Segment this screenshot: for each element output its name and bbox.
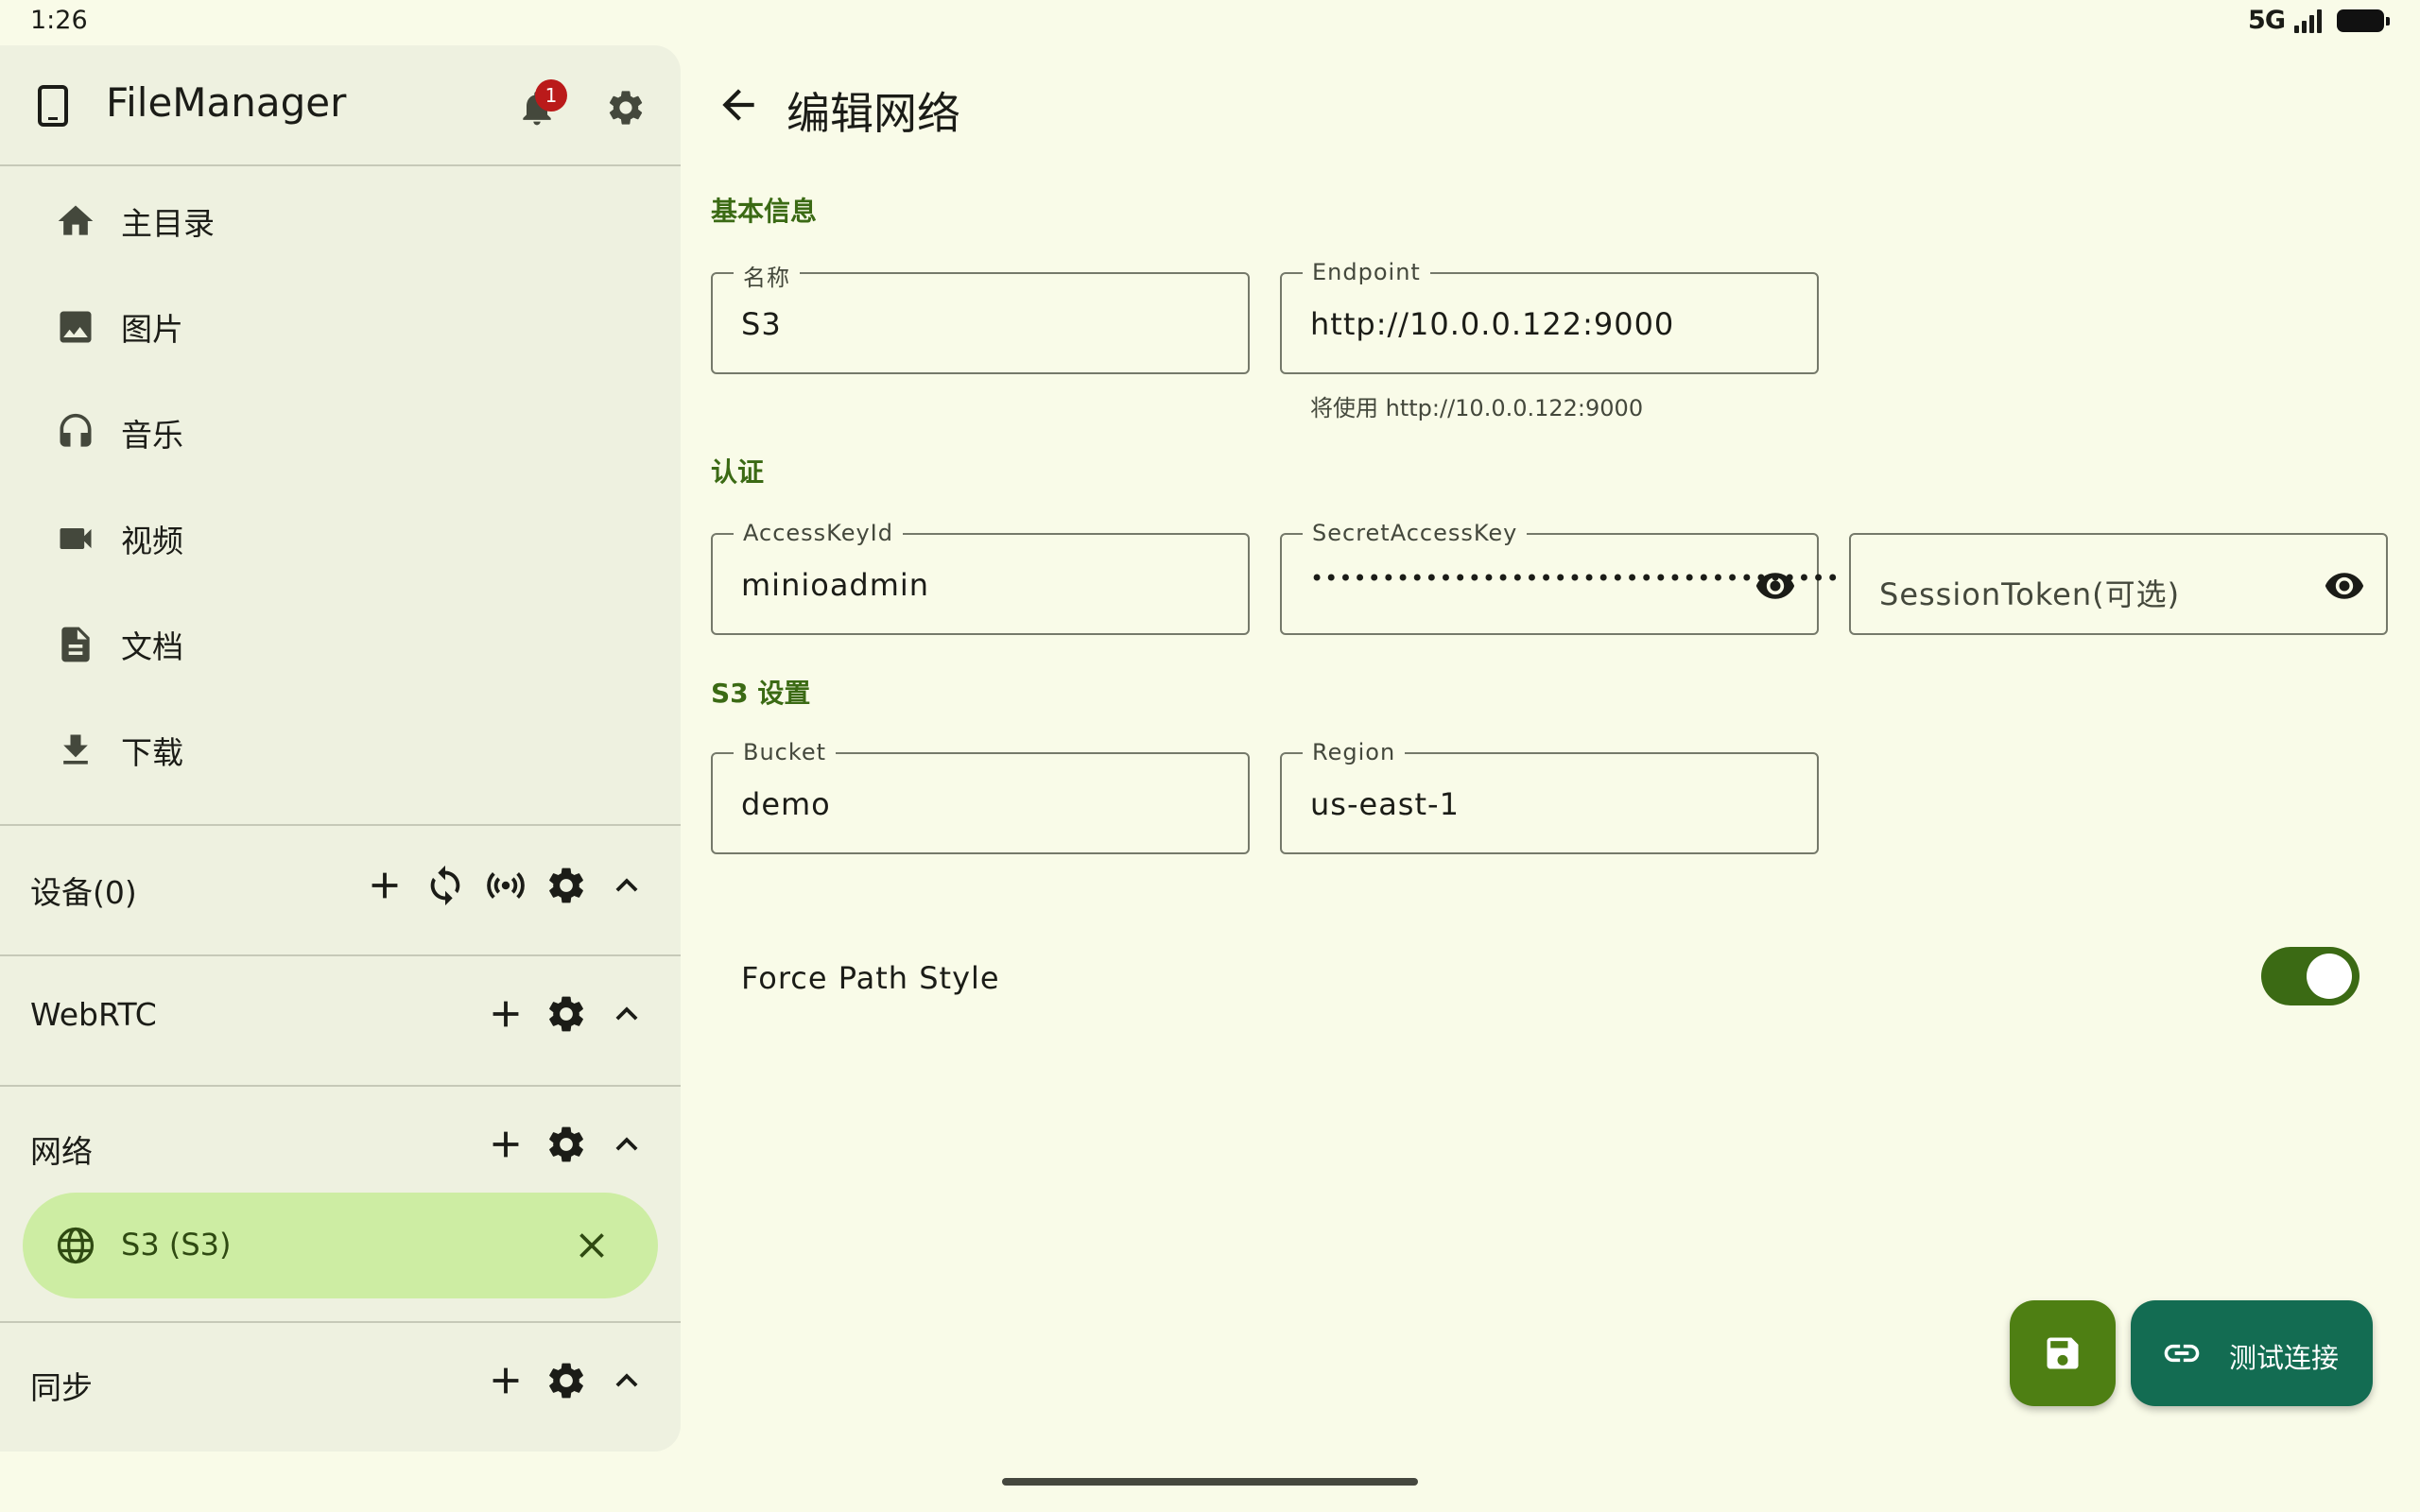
endpoint-helper-text: 将使用 http://10.0.0.122:9000 — [1310, 395, 1644, 421]
image-icon — [60, 311, 92, 343]
broadcast-icon[interactable] — [484, 864, 527, 907]
force-path-style-toggle[interactable] — [2261, 947, 2360, 1005]
drawer-divider — [0, 1085, 681, 1087]
settings-gear-icon[interactable] — [605, 87, 647, 129]
bucket-field[interactable]: Bucket demo — [711, 739, 1250, 854]
chevron-up-icon[interactable] — [605, 1359, 648, 1402]
chevron-up-icon[interactable] — [605, 864, 648, 907]
session-token-field[interactable]: SessionToken(可选) — [1849, 533, 2388, 635]
access-key-field-label: AccessKeyId — [734, 520, 903, 546]
section-sync-label: 同步 — [30, 1369, 93, 1406]
add-icon[interactable] — [484, 1123, 527, 1166]
section-devices-label: 设备(0) — [30, 874, 137, 911]
gear-icon[interactable] — [544, 992, 588, 1036]
back-arrow-icon[interactable] — [715, 81, 762, 129]
network-item-s3[interactable]: S3 (S3) — [23, 1193, 658, 1298]
network-type: 5G — [2248, 6, 2286, 35]
globe-icon — [57, 1227, 95, 1264]
toggle-knob — [2307, 954, 2352, 999]
page-title: 编辑网络 — [786, 88, 960, 139]
battery-icon — [2337, 9, 2390, 32]
home-icon — [58, 205, 94, 235]
navigation-drawer: FileManager 1 主目录 图片 音乐 视频 文档 下载 设备(0) W… — [0, 45, 681, 1452]
add-icon[interactable] — [484, 992, 527, 1036]
region-field[interactable]: Region us-east-1 — [1280, 739, 1819, 854]
signal-icon — [2294, 9, 2322, 33]
download-icon — [63, 734, 88, 765]
status-time: 1:26 — [30, 6, 88, 35]
secret-key-field-label: SecretAccessKey — [1303, 520, 1528, 546]
name-field-label: 名称 — [734, 259, 800, 292]
name-field[interactable]: 名称 S3 — [711, 259, 1250, 374]
chevron-up-icon[interactable] — [605, 992, 648, 1036]
region-field-label: Region — [1303, 739, 1406, 765]
section-basic-info: 基本信息 — [711, 196, 818, 227]
test-connection-button[interactable]: 测试连接 — [2131, 1300, 2373, 1406]
section-s3-settings: S3 设置 — [711, 678, 811, 709]
region-field-value: us-east-1 — [1310, 786, 1460, 822]
test-connection-label: 测试连接 — [2229, 1342, 2340, 1374]
headphones-icon — [60, 413, 92, 447]
phone-icon — [38, 85, 68, 127]
section-network: 网络 — [0, 1098, 681, 1193]
drawer-header: FileManager 1 — [0, 45, 681, 166]
nav-item-music[interactable]: 音乐 — [0, 386, 681, 480]
gear-icon[interactable] — [544, 864, 588, 907]
bucket-field-label: Bucket — [734, 739, 837, 765]
drawer-divider — [0, 824, 681, 826]
visibility-eye-icon[interactable] — [1754, 565, 1796, 607]
nav-item-label: 视频 — [121, 523, 183, 559]
section-devices: 设备(0) — [0, 839, 681, 934]
chevron-up-icon[interactable] — [605, 1123, 648, 1166]
home-indicator[interactable] — [1002, 1478, 1418, 1486]
add-icon[interactable] — [363, 864, 406, 907]
section-webrtc: WebRTC — [0, 968, 681, 1062]
nav-item-downloads[interactable]: 下载 — [0, 703, 681, 798]
add-icon[interactable] — [484, 1359, 527, 1402]
nav-item-videos[interactable]: 视频 — [0, 491, 681, 586]
endpoint-field-label: Endpoint — [1303, 259, 1430, 285]
nav-item-label: 图片 — [121, 311, 183, 348]
section-sync: 同步 — [0, 1334, 681, 1429]
access-key-field-value: minioadmin — [741, 567, 930, 603]
nav-item-label: 下载 — [121, 734, 183, 771]
sync-icon[interactable] — [424, 864, 467, 907]
drawer-divider — [0, 164, 681, 166]
endpoint-field-value: http://10.0.0.122:9000 — [1310, 306, 1675, 342]
save-icon — [2047, 1337, 2079, 1369]
nav-item-label: 音乐 — [121, 417, 183, 454]
notification-badge: 1 — [535, 79, 567, 112]
videocam-icon — [60, 528, 92, 549]
section-network-label: 网络 — [30, 1133, 93, 1170]
nav-item-home[interactable]: 主目录 — [0, 174, 681, 268]
endpoint-field[interactable]: Endpoint http://10.0.0.122:9000 — [1280, 259, 1819, 374]
nav-item-label: 文档 — [121, 628, 183, 665]
document-icon — [61, 627, 90, 662]
nav-item-label: 主目录 — [121, 205, 215, 242]
close-icon[interactable] — [571, 1225, 613, 1266]
secret-key-field[interactable]: SecretAccessKey ••••••••••••••••••••••••… — [1280, 520, 1840, 635]
drawer-divider — [0, 954, 681, 956]
save-button[interactable] — [2010, 1300, 2116, 1406]
bucket-field-value: demo — [741, 786, 831, 822]
gear-icon[interactable] — [544, 1359, 588, 1402]
section-webrtc-label: WebRTC — [30, 996, 157, 1033]
edit-network-panel: 编辑网络 基本信息 名称 S3 Endpoint http://10.0.0.1… — [681, 45, 2420, 1452]
status-bar: 1:26 5G — [0, 0, 2420, 45]
drawer-divider — [0, 1321, 681, 1323]
app-title: FileManager — [106, 79, 347, 126]
network-item-label: S3 (S3) — [121, 1227, 232, 1263]
visibility-eye-icon[interactable] — [2324, 565, 2365, 607]
access-key-field[interactable]: AccessKeyId minioadmin — [711, 520, 1250, 635]
nav-item-documents[interactable]: 文档 — [0, 597, 681, 692]
nav-item-images[interactable]: 图片 — [0, 280, 681, 374]
name-field-value: S3 — [741, 306, 782, 342]
section-auth: 认证 — [711, 456, 765, 488]
status-icons: 5G — [2248, 6, 2390, 35]
gear-icon[interactable] — [544, 1123, 588, 1166]
link-icon — [2164, 1344, 2200, 1363]
session-token-placeholder: SessionToken(可选) — [1879, 576, 2181, 612]
force-path-style-label: Force Path Style — [741, 960, 1000, 996]
